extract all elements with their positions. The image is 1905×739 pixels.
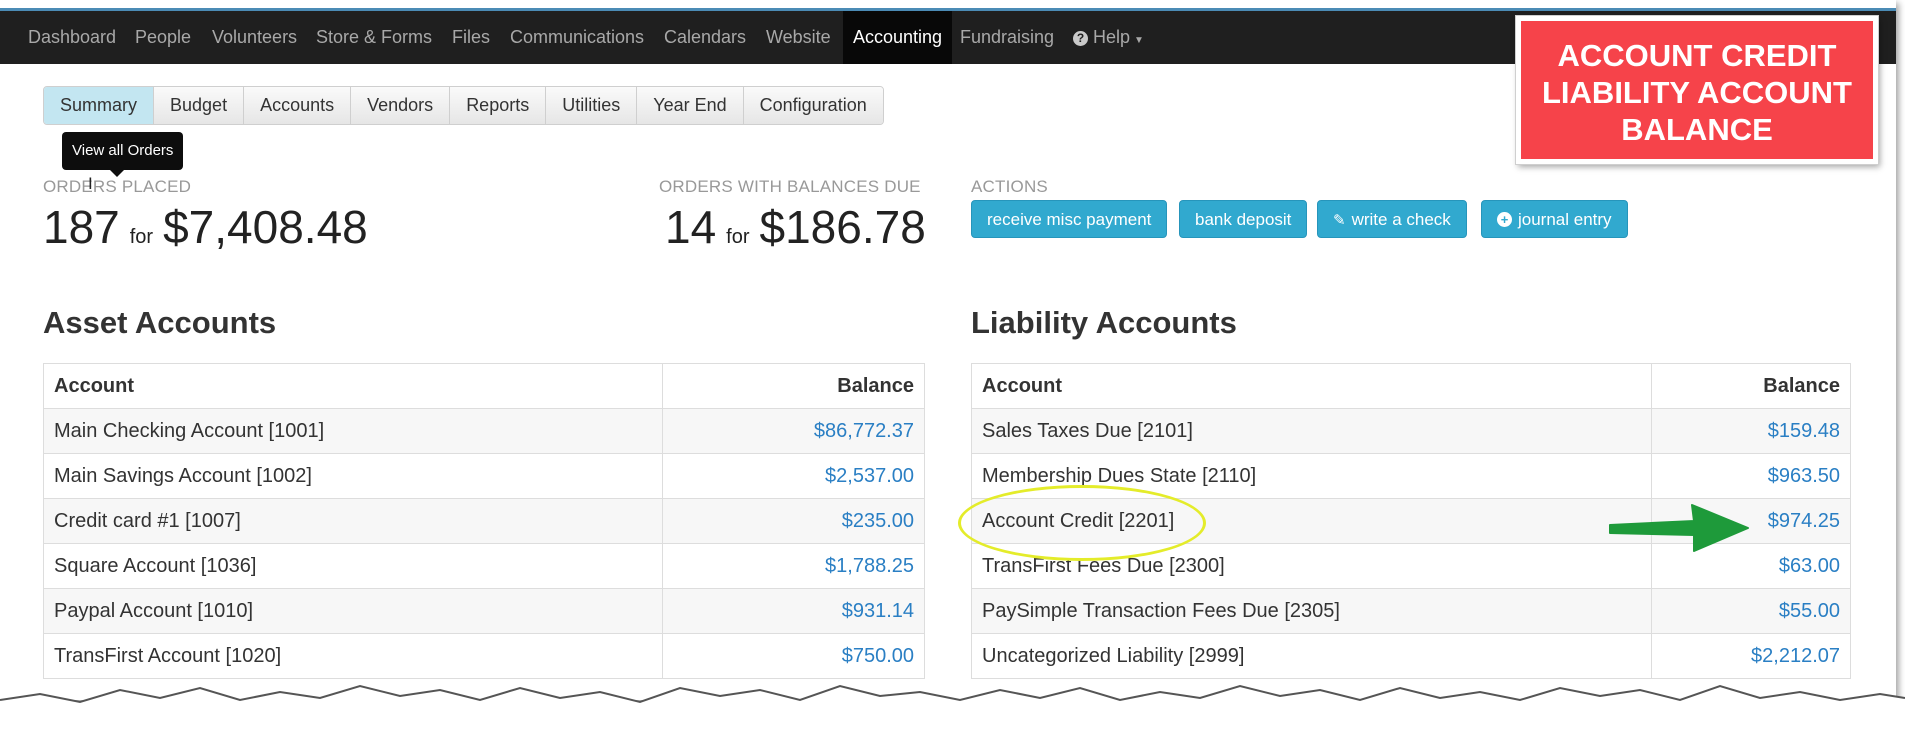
text-cursor-icon: I: [88, 174, 93, 193]
orders-due-amount: $186.78: [759, 201, 926, 253]
table-row: TransFirst Account [1020] $750.00: [42, 633, 925, 679]
asset-accounts-title: Asset Accounts: [43, 305, 277, 340]
column-header-account: Account: [42, 363, 664, 409]
account-balance-link[interactable]: $963.50: [1651, 453, 1851, 499]
orders-due-count: 14: [665, 201, 717, 253]
orders-placed-for: for: [129, 226, 154, 248]
nav-help[interactable]: ? Help ▼: [1073, 11, 1144, 64]
account-name: Sales Taxes Due [2101]: [970, 408, 1653, 454]
account-name: PaySimple Transaction Fees Due [2305]: [970, 588, 1653, 634]
table-row: Paypal Account [1010] $931.14: [42, 588, 925, 634]
callout-line-2: LIABILITY ACCOUNT: [1542, 75, 1852, 110]
callout-line-3: BALANCE: [1621, 112, 1773, 147]
annotation-callout: ACCOUNT CREDIT LIABILITY ACCOUNT BALANCE: [1516, 16, 1878, 164]
tab-configuration[interactable]: Configuration: [743, 87, 883, 124]
tab-utilities[interactable]: Utilities: [546, 87, 638, 124]
table-row: Sales Taxes Due [2101] $159.48: [970, 408, 1851, 454]
account-name: TransFirst Account [1020]: [42, 633, 664, 679]
nav-store-forms[interactable]: Store & Forms: [316, 11, 432, 64]
journal-entry-button[interactable]: + journal entry: [1481, 200, 1628, 238]
account-balance-link[interactable]: $55.00: [1651, 588, 1851, 634]
column-header-account: Account: [970, 363, 1653, 409]
table-row: Square Account [1036] $1,788.25: [42, 543, 925, 589]
highlight-ellipse: [958, 485, 1206, 561]
nav-people[interactable]: People: [135, 11, 191, 64]
app-window: Dashboard People Volunteers Store & Form…: [0, 0, 1896, 700]
account-name: Main Savings Account [1002]: [42, 453, 664, 499]
view-orders-tooltip: View all Orders: [62, 132, 184, 170]
nav-dashboard[interactable]: Dashboard: [28, 11, 116, 64]
account-balance-link[interactable]: $2,212.07: [1651, 633, 1851, 679]
account-balance-link[interactable]: $931.14: [662, 588, 925, 634]
account-balance-link[interactable]: $2,537.00: [662, 453, 925, 499]
table-row: Uncategorized Liability [2999] $2,212.07: [970, 633, 1851, 679]
account-balance-link[interactable]: $86,772.37: [662, 408, 925, 454]
nav-website[interactable]: Website: [766, 11, 831, 64]
plus-circle-icon: +: [1497, 212, 1512, 227]
nav-accounting[interactable]: Accounting: [843, 11, 953, 64]
bank-deposit-button[interactable]: bank deposit: [1179, 200, 1308, 238]
column-header-balance: Balance: [1651, 363, 1851, 409]
callout-line-1: ACCOUNT CREDIT: [1557, 38, 1837, 73]
account-name: Paypal Account [1010]: [42, 588, 664, 634]
journal-entry-label: journal entry: [1518, 210, 1612, 229]
write-check-button[interactable]: ✎ write a check: [1317, 200, 1467, 238]
tab-vendors[interactable]: Vendors: [351, 87, 451, 124]
account-name: Square Account [1036]: [42, 543, 664, 589]
account-balance-link[interactable]: $159.48: [1651, 408, 1851, 454]
write-check-label: write a check: [1351, 210, 1451, 229]
bank-deposit-label: bank deposit: [1195, 210, 1292, 229]
question-circle-icon: ?: [1073, 31, 1088, 46]
table-header-row: Account Balance: [970, 363, 1851, 409]
orders-placed-label[interactable]: ORDERS PLACED: [43, 177, 191, 197]
nav-volunteers[interactable]: Volunteers: [212, 11, 297, 64]
column-header-balance: Balance: [662, 363, 925, 409]
tooltip-arrow: [110, 170, 124, 177]
tab-budget[interactable]: Budget: [154, 87, 245, 124]
tab-accounts[interactable]: Accounts: [244, 87, 352, 124]
orders-due-label[interactable]: ORDERS WITH BALANCES DUE: [659, 177, 921, 197]
caret-down-icon: ▼: [1134, 35, 1144, 46]
account-name: Main Checking Account [1001]: [42, 408, 664, 454]
orders-due-value[interactable]: 14 for $186.78: [665, 204, 926, 250]
tab-summary[interactable]: Summary: [44, 87, 155, 124]
accounting-subtabs: Summary Budget Accounts Vendors Reports …: [43, 86, 884, 125]
table-row: PaySimple Transaction Fees Due [2305] $55…: [970, 588, 1851, 634]
account-balance-link[interactable]: $750.00: [662, 633, 925, 679]
pencil-icon: ✎: [1333, 212, 1346, 229]
account-balance-link[interactable]: $235.00: [662, 498, 925, 544]
nav-help-label: Help: [1093, 27, 1131, 47]
green-arrow-icon: [1609, 504, 1749, 552]
actions-label: ACTIONS: [971, 177, 1048, 196]
receive-misc-payment-label: receive misc payment: [987, 210, 1152, 229]
liability-accounts-title: Liability Accounts: [971, 305, 1237, 340]
orders-placed-value[interactable]: 187 for $7,408.48: [43, 204, 368, 250]
table-row: Main Savings Account [1002] $2,537.00: [42, 453, 925, 499]
nav-fundraising[interactable]: Fundraising: [960, 11, 1054, 64]
account-balance-link[interactable]: $1,788.25: [662, 543, 925, 589]
table-row: Credit card #1 [1007] $235.00: [42, 498, 925, 544]
nav-calendars[interactable]: Calendars: [664, 11, 746, 64]
nav-files[interactable]: Files: [452, 11, 490, 64]
account-name: Credit card #1 [1007]: [42, 498, 664, 544]
table-header-row: Account Balance: [42, 363, 925, 409]
nav-communications[interactable]: Communications: [510, 11, 644, 64]
table-row: Main Checking Account [1001] $86,772.37: [42, 408, 925, 454]
orders-due-for: for: [726, 226, 750, 248]
orders-placed-amount: $7,408.48: [163, 201, 368, 253]
torn-edge-decoration: [0, 684, 1905, 739]
receive-misc-payment-button[interactable]: receive misc payment: [971, 200, 1168, 238]
orders-placed-count: 187: [43, 201, 120, 253]
asset-accounts-table: Account Balance Main Checking Account [1…: [42, 363, 925, 679]
tab-reports[interactable]: Reports: [450, 87, 547, 124]
tab-year-end[interactable]: Year End: [637, 87, 744, 124]
account-name: Uncategorized Liability [2999]: [970, 633, 1653, 679]
